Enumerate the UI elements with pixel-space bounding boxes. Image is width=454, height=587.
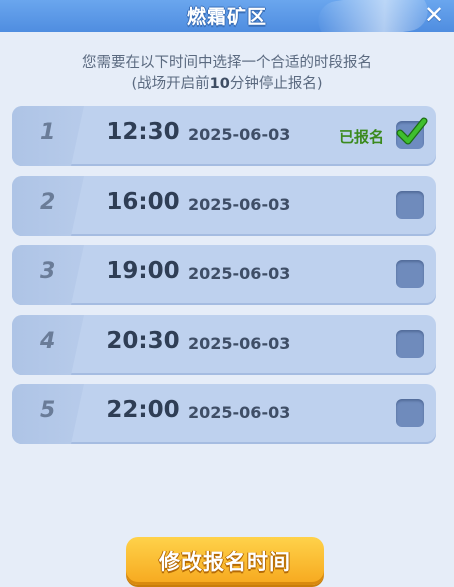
slot-time: 20:30 [106,328,180,354]
slot-date: 2025-06-03 [188,334,291,353]
slot-index: 1 [40,120,56,145]
slot-row-4[interactable]: 4 20:30 2025-06-03 [12,315,436,375]
info-subtext-suffix: 分钟停止报名) [229,76,323,92]
slot-time: 22:00 [106,397,180,423]
info-subtext-prefix: (战场开启前 [131,76,210,92]
info-subtext-minutes: 10 [209,76,230,92]
checkmark-icon [396,117,428,145]
registered-label: 已报名 [338,128,384,146]
dialog-title: 燃霜矿区 [186,6,267,28]
slot-time: 12:30 [106,119,180,145]
slot-checkbox[interactable] [396,117,428,149]
slot-checkbox[interactable] [396,191,424,219]
slot-checkbox[interactable] [396,330,424,358]
slot-row-5[interactable]: 5 22:00 2025-06-03 [12,384,436,444]
info-subtext: (战场开启前10分钟停止报名) [0,72,454,93]
slot-checkbox[interactable] [396,260,424,288]
slot-row-1[interactable]: 1 12:30 2025-06-03 已报名 [12,106,436,166]
slot-date: 2025-06-03 [188,125,291,144]
slot-index: 2 [40,190,56,215]
slot-index: 4 [40,329,56,354]
slot-date: 2025-06-03 [188,195,291,214]
slot-date: 2025-06-03 [188,264,291,283]
slot-time: 16:00 [106,189,180,215]
change-registration-time-button[interactable]: 修改报名时间 [126,537,324,585]
slot-index: 5 [40,398,56,423]
slot-row-3[interactable]: 3 19:00 2025-06-03 [12,245,436,305]
slot-date: 2025-06-03 [188,403,291,422]
slot-index: 3 [40,259,56,284]
slot-checkbox[interactable] [396,399,424,427]
info-text: 您需要在以下时间中选择一个合适的时段报名 [82,55,372,71]
dialog-header: 燃霜矿区 ✕ [0,0,454,32]
close-icon[interactable]: ✕ [420,1,448,29]
slot-time: 19:00 [106,258,180,284]
slot-row-2[interactable]: 2 16:00 2025-06-03 [12,176,436,236]
